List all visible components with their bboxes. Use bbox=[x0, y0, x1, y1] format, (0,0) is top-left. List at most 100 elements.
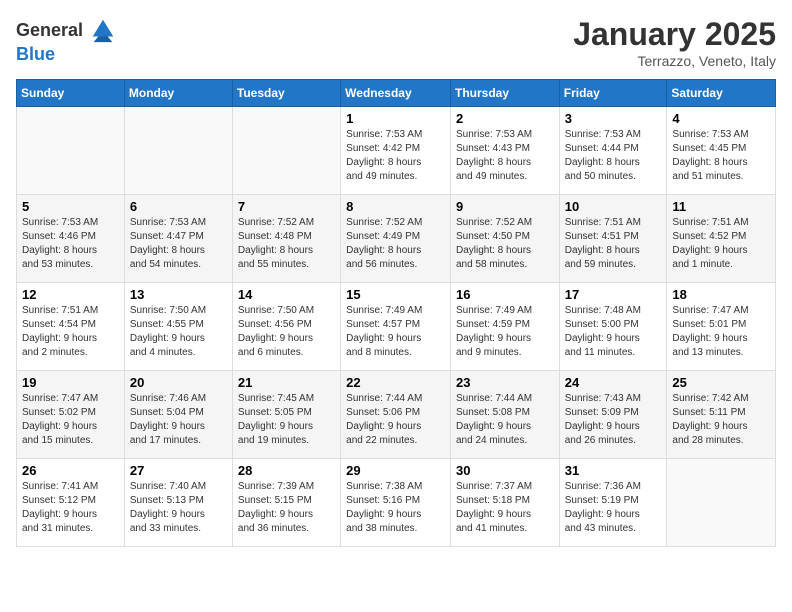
day-number: 6 bbox=[130, 199, 227, 214]
days-of-week-row: SundayMondayTuesdayWednesdayThursdayFrid… bbox=[17, 80, 776, 107]
day-info: Sunrise: 7:53 AM Sunset: 4:45 PM Dayligh… bbox=[672, 128, 770, 184]
calendar-cell: 8Sunrise: 7:52 AM Sunset: 4:49 PM Daylig… bbox=[341, 195, 451, 283]
calendar-cell: 24Sunrise: 7:43 AM Sunset: 5:09 PM Dayli… bbox=[559, 371, 667, 459]
day-info: Sunrise: 7:52 AM Sunset: 4:49 PM Dayligh… bbox=[346, 216, 445, 272]
day-info: Sunrise: 7:51 AM Sunset: 4:54 PM Dayligh… bbox=[22, 304, 119, 360]
calendar-cell: 23 Sunrise: 7:44 AM Sunset: 5:08 PM Dayli… bbox=[450, 371, 559, 459]
day-number: 7 bbox=[238, 199, 335, 214]
day-of-week-header: Monday bbox=[124, 80, 232, 107]
calendar-cell bbox=[232, 107, 340, 195]
calendar-cell: 29 Sunrise: 7:38 AM Sunset: 5:16 PM Dayli… bbox=[341, 459, 451, 547]
day-info: Sunrise: 7:38 AM Sunset: 5:16 PM Dayligh… bbox=[346, 480, 445, 536]
day-info: Sunrise: 7:47 AM Sunset: 5:02 PM Dayligh… bbox=[22, 392, 119, 448]
day-info: Sunrise: 7:47 AM Sunset: 5:01 PM Dayligh… bbox=[672, 304, 770, 360]
calendar-cell: 15 Sunrise: 7:49 AM Sunset: 4:57 PM Dayli… bbox=[341, 283, 451, 371]
title-section: January 2025 Terrazzo, Veneto, Italy bbox=[573, 16, 776, 69]
calendar-week-row: 26 Sunrise: 7:41 AM Sunset: 5:12 PM Dayli… bbox=[17, 459, 776, 547]
day-info: Sunrise: 7:52 AM Sunset: 4:48 PM Dayligh… bbox=[238, 216, 335, 272]
day-number: 31 bbox=[565, 463, 662, 478]
day-number: 21 bbox=[238, 375, 335, 390]
logo-text-blue: Blue bbox=[16, 44, 55, 64]
day-number: 13 bbox=[130, 287, 227, 302]
calendar-cell: 30Sunrise: 7:37 AM Sunset: 5:18 PM Dayli… bbox=[450, 459, 559, 547]
day-info: Sunrise: 7:40 AM Sunset: 5:13 PM Dayligh… bbox=[130, 480, 227, 536]
day-number: 28 bbox=[238, 463, 335, 478]
day-info: Sunrise: 7:46 AM Sunset: 5:04 PM Dayligh… bbox=[130, 392, 227, 448]
day-of-week-header: Thursday bbox=[450, 80, 559, 107]
day-info: Sunrise: 7:50 AM Sunset: 4:56 PM Dayligh… bbox=[238, 304, 335, 360]
day-info: Sunrise: 7:53 AM Sunset: 4:47 PM Dayligh… bbox=[130, 216, 227, 272]
day-info: Sunrise: 7:50 AM Sunset: 4:55 PM Dayligh… bbox=[130, 304, 227, 360]
day-number: 24 bbox=[565, 375, 662, 390]
calendar-week-row: 12 Sunrise: 7:51 AM Sunset: 4:54 PM Dayli… bbox=[17, 283, 776, 371]
calendar-cell: 27 Sunrise: 7:40 AM Sunset: 5:13 PM Dayli… bbox=[124, 459, 232, 547]
day-info: Sunrise: 7:51 AM Sunset: 4:52 PM Dayligh… bbox=[672, 216, 770, 272]
day-number: 4 bbox=[672, 111, 770, 126]
day-number: 20 bbox=[130, 375, 227, 390]
calendar-cell: 21 Sunrise: 7:45 AM Sunset: 5:05 PM Dayli… bbox=[232, 371, 340, 459]
calendar-cell: 9Sunrise: 7:52 AM Sunset: 4:50 PM Daylig… bbox=[450, 195, 559, 283]
day-number: 3 bbox=[565, 111, 662, 126]
calendar-cell: 17Sunrise: 7:48 AM Sunset: 5:00 PM Dayli… bbox=[559, 283, 667, 371]
day-info: Sunrise: 7:42 AM Sunset: 5:11 PM Dayligh… bbox=[672, 392, 770, 448]
calendar-cell: 3Sunrise: 7:53 AM Sunset: 4:44 PM Daylig… bbox=[559, 107, 667, 195]
calendar-cell bbox=[124, 107, 232, 195]
day-number: 17 bbox=[565, 287, 662, 302]
day-info: Sunrise: 7:37 AM Sunset: 5:18 PM Dayligh… bbox=[456, 480, 554, 536]
calendar-cell: 13 Sunrise: 7:50 AM Sunset: 4:55 PM Dayli… bbox=[124, 283, 232, 371]
day-number: 15 bbox=[346, 287, 445, 302]
day-of-week-header: Wednesday bbox=[341, 80, 451, 107]
calendar-cell: 31 Sunrise: 7:36 AM Sunset: 5:19 PM Dayli… bbox=[559, 459, 667, 547]
day-info: Sunrise: 7:53 AM Sunset: 4:43 PM Dayligh… bbox=[456, 128, 554, 184]
logo: General Blue bbox=[16, 16, 117, 65]
calendar-week-row: 19Sunrise: 7:47 AM Sunset: 5:02 PM Dayli… bbox=[17, 371, 776, 459]
day-info: Sunrise: 7:53 AM Sunset: 4:42 PM Dayligh… bbox=[346, 128, 445, 184]
day-number: 11 bbox=[672, 199, 770, 214]
calendar-cell: 28 Sunrise: 7:39 AM Sunset: 5:15 PM Dayli… bbox=[232, 459, 340, 547]
logo-text-general: General bbox=[16, 20, 83, 41]
day-number: 22 bbox=[346, 375, 445, 390]
calendar-cell: 26 Sunrise: 7:41 AM Sunset: 5:12 PM Dayli… bbox=[17, 459, 125, 547]
day-info: Sunrise: 7:49 AM Sunset: 4:57 PM Dayligh… bbox=[346, 304, 445, 360]
location-title: Terrazzo, Veneto, Italy bbox=[573, 53, 776, 69]
month-title: January 2025 bbox=[573, 16, 776, 53]
calendar-cell: 25Sunrise: 7:42 AM Sunset: 5:11 PM Dayli… bbox=[667, 371, 776, 459]
calendar-cell: 12 Sunrise: 7:51 AM Sunset: 4:54 PM Dayli… bbox=[17, 283, 125, 371]
page-header: General Blue January 2025 Terrazzo, Vene… bbox=[16, 16, 776, 69]
calendar-cell: 18 Sunrise: 7:47 AM Sunset: 5:01 PM Dayli… bbox=[667, 283, 776, 371]
day-number: 12 bbox=[22, 287, 119, 302]
day-number: 2 bbox=[456, 111, 554, 126]
day-info: Sunrise: 7:53 AM Sunset: 4:46 PM Dayligh… bbox=[22, 216, 119, 272]
calendar-week-row: 5 Sunrise: 7:53 AM Sunset: 4:46 PM Daylig… bbox=[17, 195, 776, 283]
day-of-week-header: Saturday bbox=[667, 80, 776, 107]
day-of-week-header: Sunday bbox=[17, 80, 125, 107]
calendar-cell: 10Sunrise: 7:51 AM Sunset: 4:51 PM Dayli… bbox=[559, 195, 667, 283]
day-number: 14 bbox=[238, 287, 335, 302]
calendar-week-row: 1Sunrise: 7:53 AM Sunset: 4:42 PM Daylig… bbox=[17, 107, 776, 195]
calendar-cell: 16Sunrise: 7:49 AM Sunset: 4:59 PM Dayli… bbox=[450, 283, 559, 371]
calendar-cell: 4 Sunrise: 7:53 AM Sunset: 4:45 PM Daylig… bbox=[667, 107, 776, 195]
day-info: Sunrise: 7:41 AM Sunset: 5:12 PM Dayligh… bbox=[22, 480, 119, 536]
day-info: Sunrise: 7:51 AM Sunset: 4:51 PM Dayligh… bbox=[565, 216, 662, 272]
day-of-week-header: Tuesday bbox=[232, 80, 340, 107]
day-number: 29 bbox=[346, 463, 445, 478]
day-info: Sunrise: 7:45 AM Sunset: 5:05 PM Dayligh… bbox=[238, 392, 335, 448]
day-info: Sunrise: 7:36 AM Sunset: 5:19 PM Dayligh… bbox=[565, 480, 662, 536]
calendar-cell: 7 Sunrise: 7:52 AM Sunset: 4:48 PM Daylig… bbox=[232, 195, 340, 283]
day-number: 18 bbox=[672, 287, 770, 302]
day-of-week-header: Friday bbox=[559, 80, 667, 107]
day-info: Sunrise: 7:44 AM Sunset: 5:08 PM Dayligh… bbox=[456, 392, 554, 448]
calendar-cell: 19Sunrise: 7:47 AM Sunset: 5:02 PM Dayli… bbox=[17, 371, 125, 459]
day-number: 23 bbox=[456, 375, 554, 390]
calendar-cell: 20 Sunrise: 7:46 AM Sunset: 5:04 PM Dayli… bbox=[124, 371, 232, 459]
day-info: Sunrise: 7:49 AM Sunset: 4:59 PM Dayligh… bbox=[456, 304, 554, 360]
calendar-cell: 6 Sunrise: 7:53 AM Sunset: 4:47 PM Daylig… bbox=[124, 195, 232, 283]
logo-icon bbox=[89, 16, 117, 44]
calendar-table: SundayMondayTuesdayWednesdayThursdayFrid… bbox=[16, 79, 776, 547]
day-number: 27 bbox=[130, 463, 227, 478]
day-info: Sunrise: 7:44 AM Sunset: 5:06 PM Dayligh… bbox=[346, 392, 445, 448]
day-info: Sunrise: 7:39 AM Sunset: 5:15 PM Dayligh… bbox=[238, 480, 335, 536]
day-number: 5 bbox=[22, 199, 119, 214]
day-number: 26 bbox=[22, 463, 119, 478]
day-number: 9 bbox=[456, 199, 554, 214]
